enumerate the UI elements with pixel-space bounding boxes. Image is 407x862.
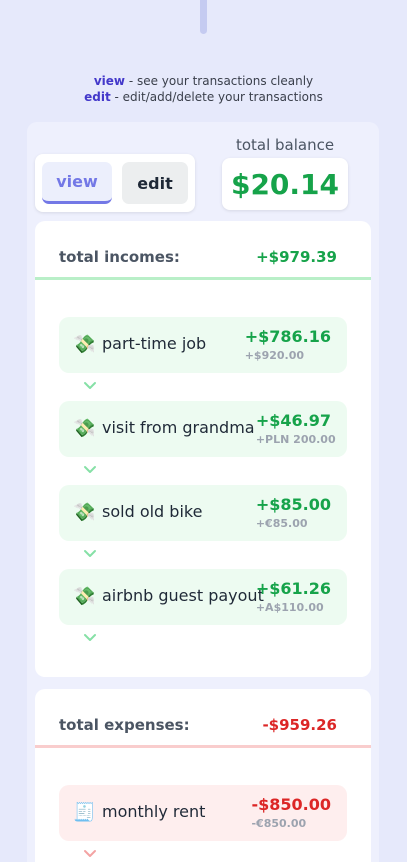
help-edit-line: edit - edit/add/delete your transactions: [0, 89, 407, 105]
money-with-wings-icon: 💸: [73, 418, 96, 439]
chevron-down-icon[interactable]: [83, 545, 97, 559]
transaction-amount: +$85.00: [255, 495, 331, 514]
transaction-name: monthly rent: [102, 802, 206, 821]
incomes-title: total incomes:: [59, 248, 180, 266]
incomes-card: total incomes: +$979.39 💸 part-time job +$…: [35, 221, 371, 677]
money-with-wings-icon: 💸: [73, 334, 96, 355]
receipt-icon: 🧾: [73, 802, 96, 823]
transaction-original-amount: -€850.00: [251, 817, 307, 830]
total-balance-label: total balance: [235, 136, 335, 154]
expenses-divider: [35, 745, 371, 748]
transaction-item[interactable]: 💸 airbnb guest payout +$61.26 +A$110.00: [59, 569, 347, 625]
transaction-item[interactable]: 🧾 monthly rent -$850.00 -€850.00: [59, 785, 347, 841]
mode-switcher: view edit: [35, 154, 195, 212]
help-view-line: view - see your transactions cleanly: [0, 73, 407, 89]
edit-mode-button[interactable]: edit: [122, 162, 188, 204]
help-text: view - see your transactions cleanly edi…: [0, 73, 407, 105]
transaction-item[interactable]: 💸 part-time job +$786.16 +$920.00: [59, 317, 347, 373]
chevron-down-icon[interactable]: [83, 629, 97, 643]
transaction-original-amount: +PLN 200.00: [255, 433, 336, 446]
transaction-amount: -$850.00: [251, 795, 331, 814]
help-edit-keyword: edit: [84, 90, 111, 104]
chevron-down-icon[interactable]: [83, 845, 97, 859]
help-view-keyword: view: [93, 74, 125, 88]
transaction-item[interactable]: 💸 sold old bike +$85.00 +€85.00: [59, 485, 347, 541]
view-mode-button[interactable]: view: [42, 162, 112, 204]
transaction-item[interactable]: 💸 visit from grandma +$46.97 +PLN 200.00: [59, 401, 347, 457]
transaction-name: visit from grandma: [102, 418, 255, 437]
transaction-amount: +$786.16: [244, 327, 331, 346]
expenses-total: -$959.26: [262, 716, 337, 734]
drag-handle[interactable]: [200, 0, 207, 34]
chevron-down-icon[interactable]: [83, 461, 97, 475]
transaction-name: sold old bike: [102, 502, 203, 521]
help-edit-description: - edit/add/delete your transactions: [110, 90, 323, 104]
money-with-wings-icon: 💸: [73, 502, 96, 523]
incomes-total: +$979.39: [256, 248, 337, 266]
transaction-name: part-time job: [102, 334, 207, 353]
incomes-divider: [35, 277, 371, 280]
transaction-original-amount: +A$110.00: [255, 601, 324, 614]
expenses-title: total expenses:: [59, 716, 190, 734]
help-view-description: - see your transactions cleanly: [125, 74, 314, 88]
chevron-down-icon[interactable]: [83, 377, 97, 391]
total-balance-value: $20.14: [222, 158, 348, 210]
transaction-original-amount: +$920.00: [244, 349, 305, 362]
transaction-name: airbnb guest payout: [102, 586, 264, 605]
money-with-wings-icon: 💸: [73, 586, 96, 607]
transaction-amount: +$46.97: [255, 411, 331, 430]
expenses-card: total expenses: -$959.26 🧾 monthly rent -$…: [35, 689, 371, 862]
transaction-amount: +$61.26: [255, 579, 331, 598]
transaction-original-amount: +€85.00: [255, 517, 308, 530]
